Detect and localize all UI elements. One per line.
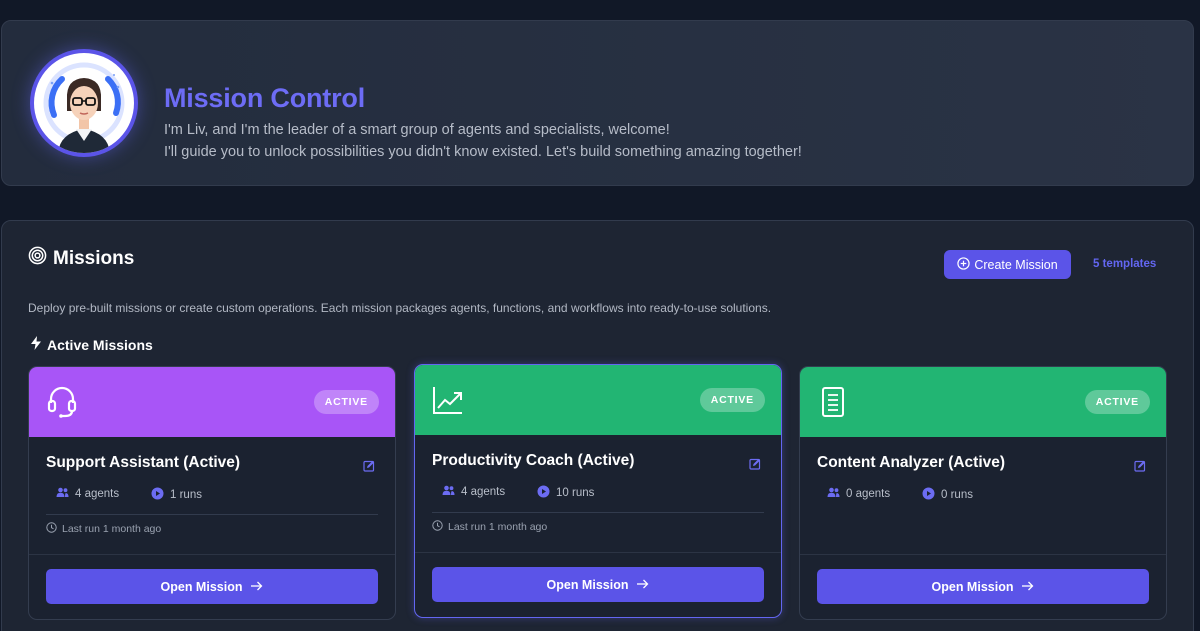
open-mission-label: Open Mission [546, 577, 629, 592]
hero-banner: Mission Control I'm Liv, and I'm the lea… [1, 20, 1194, 186]
create-mission-label: Create Mission [974, 257, 1058, 272]
play-icon [922, 487, 935, 503]
liv-avatar-icon [34, 53, 134, 153]
mission-card-content-analyzer[interactable]: ACTIVE Content Analyzer (Active) 0 agent… [799, 366, 1167, 620]
open-mission-button[interactable]: Open Mission [817, 569, 1149, 604]
play-icon [151, 487, 164, 503]
bolt-icon [30, 336, 42, 353]
open-mission-label: Open Mission [931, 579, 1014, 594]
last-run-label: Last run 1 month ago [62, 523, 162, 535]
target-icon [28, 246, 47, 271]
last-run: Last run 1 month ago [432, 520, 547, 534]
users-icon [442, 485, 455, 498]
edit-icon[interactable] [749, 457, 761, 470]
document-icon [818, 385, 848, 419]
agents-label: 0 agents [846, 487, 891, 500]
guide-text: I'll guide you to unlock possibilities y… [164, 144, 802, 160]
status-badge: ACTIVE [1084, 390, 1150, 414]
card-header: ACTIVE [800, 367, 1166, 437]
mission-card-productivity-coach[interactable]: ACTIVE Productivity Coach (Active) 4 age… [414, 364, 782, 618]
create-mission-button[interactable]: Create Mission [944, 250, 1071, 279]
runs-count: 10 runs [537, 485, 594, 501]
trend-chart-icon [432, 383, 462, 417]
users-icon [827, 487, 840, 500]
edit-icon[interactable] [363, 459, 375, 472]
arrow-right-icon [1021, 580, 1034, 594]
runs-label: 10 runs [556, 487, 595, 499]
avatar [30, 49, 138, 157]
missions-heading: Missions [28, 246, 134, 271]
open-mission-button[interactable]: Open Mission [432, 567, 764, 602]
missions-title: Missions [53, 247, 135, 269]
open-mission-label: Open Mission [160, 579, 243, 594]
arrow-right-icon [250, 580, 263, 594]
runs-label: 0 runs [941, 489, 973, 501]
clock-icon [432, 520, 443, 534]
edit-icon[interactable] [1134, 459, 1146, 472]
agents-label: 4 agents [461, 485, 506, 498]
last-run: Last run 1 month ago [46, 522, 161, 536]
welcome-text: I'm Liv, and I'm the leader of a smart g… [164, 122, 670, 138]
last-run-label: Last run 1 month ago [448, 521, 548, 533]
active-missions-heading: Active Missions [30, 336, 153, 353]
status-badge: ACTIVE [699, 388, 765, 412]
card-header: ACTIVE [29, 367, 395, 437]
open-mission-button[interactable]: Open Mission [46, 569, 378, 604]
runs-label: 1 runs [170, 489, 202, 501]
agents-label: 4 agents [75, 487, 120, 500]
runs-count: 0 runs [922, 487, 973, 503]
mission-title: Content Analyzer (Active) [817, 454, 1006, 471]
status-badge: ACTIVE [313, 390, 379, 414]
missions-description: Deploy pre-built missions or create cust… [28, 301, 772, 315]
card-header: ACTIVE [415, 365, 781, 435]
active-missions-title: Active Missions [47, 336, 153, 353]
divider [46, 514, 378, 515]
plus-circle-icon [957, 256, 970, 273]
arrow-right-icon [636, 578, 649, 592]
mission-card-support-assistant[interactable]: ACTIVE Support Assistant (Active) 4 agen… [28, 366, 396, 620]
play-icon [537, 485, 550, 501]
runs-count: 1 runs [151, 487, 202, 503]
users-icon [56, 487, 69, 500]
mission-title: Productivity Coach (Active) [432, 452, 635, 469]
agents-count: 4 agents [442, 485, 505, 498]
mission-title: Support Assistant (Active) [46, 454, 241, 471]
footer-divider [29, 554, 395, 555]
footer-divider [800, 554, 1166, 555]
divider [432, 512, 764, 513]
clock-icon [46, 522, 57, 536]
footer-divider [415, 552, 781, 553]
agents-count: 4 agents [56, 487, 119, 500]
agents-count: 0 agents [827, 487, 890, 500]
page-title: Mission Control [164, 83, 365, 113]
headset-icon [47, 385, 77, 419]
templates-count[interactable]: 5 templates [1093, 258, 1156, 270]
